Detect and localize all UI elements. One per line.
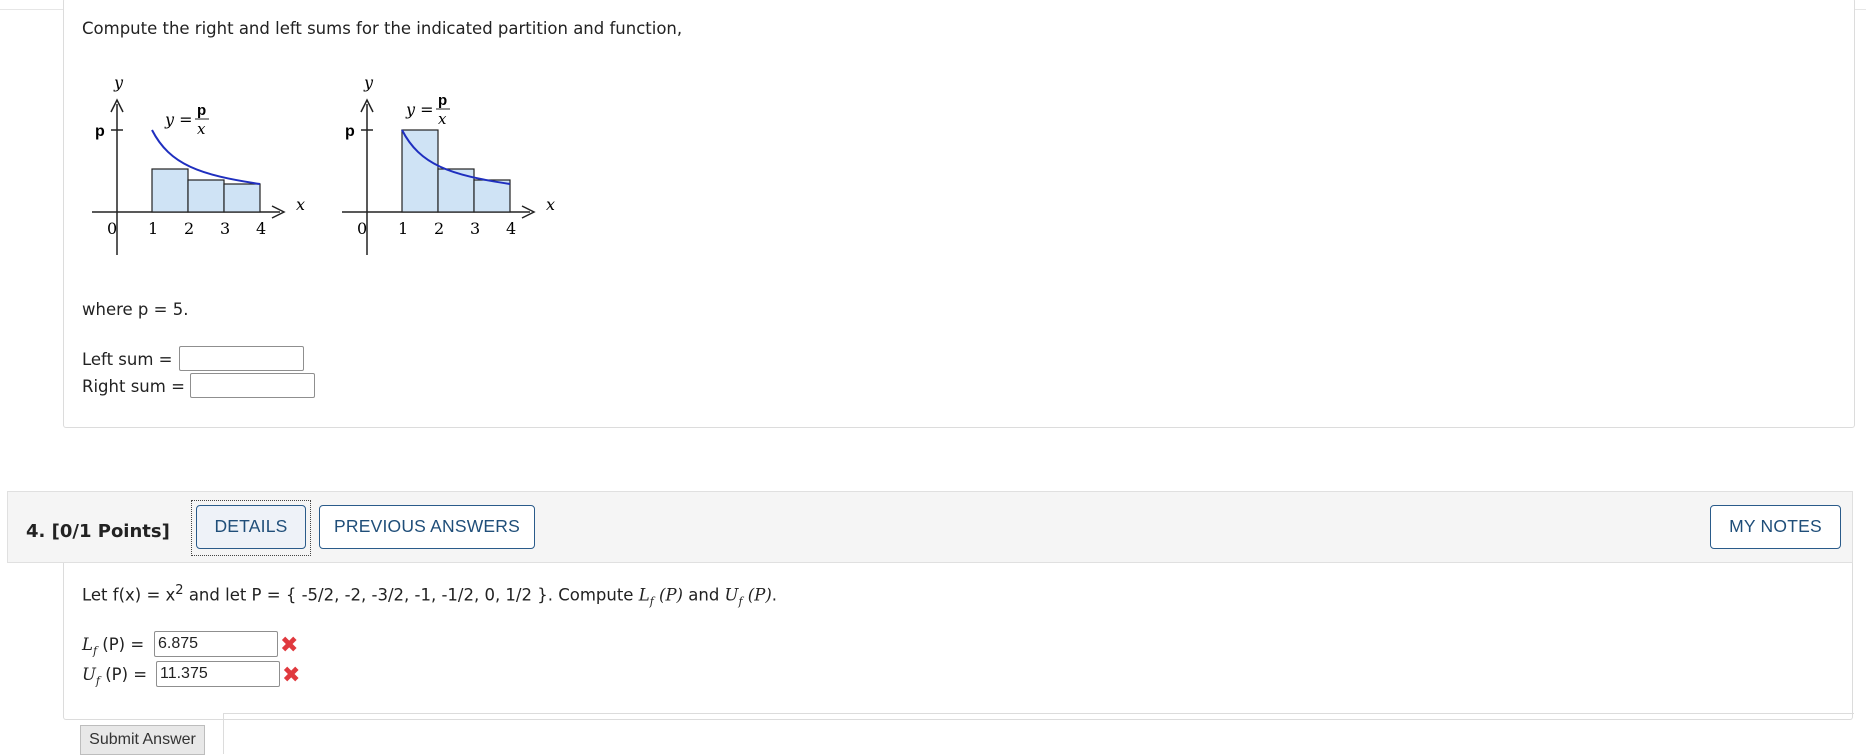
- prompt-part: (P): [653, 585, 683, 605]
- prompt-part: (P): [742, 585, 772, 605]
- previous-answers-button[interactable]: PREVIOUS ANSWERS: [319, 505, 535, 549]
- prompt-part: Let f(x) = x: [82, 585, 176, 605]
- curve-label: y =: [164, 110, 193, 129]
- lower-label-eq: (P) =: [97, 635, 145, 654]
- tick-1: 1: [148, 219, 158, 238]
- upper-symbol: U: [82, 665, 96, 684]
- curve-label-numerator: p: [438, 92, 447, 109]
- right-sum-input[interactable]: [190, 373, 315, 398]
- curve-label-denominator: x: [438, 110, 447, 128]
- question-3-prompt: Compute the right and left sums for the …: [82, 19, 683, 38]
- my-notes-button[interactable]: MY NOTES: [1710, 505, 1841, 549]
- incorrect-icon: ✖: [282, 663, 301, 688]
- tick-4: 4: [256, 219, 266, 238]
- curve-label: y =: [405, 100, 434, 119]
- prompt-upper-symbol: U: [724, 585, 739, 605]
- prompt-part: and: [683, 585, 725, 605]
- tick-3: 3: [470, 219, 480, 238]
- incorrect-icon: ✖: [280, 633, 299, 658]
- prompt-part: .: [771, 585, 778, 605]
- question-4-title: 4. [0/1 Points]: [26, 521, 170, 542]
- tick-4: 4: [506, 219, 516, 238]
- prompt-lower-symbol: L: [638, 585, 650, 605]
- tick-2: 2: [434, 219, 444, 238]
- left-sum-label: Left sum =: [82, 350, 173, 369]
- lower-symbol: L: [82, 635, 93, 654]
- right-sum-label: Right sum =: [82, 377, 185, 396]
- lower-sum-label: Lf (P) =: [82, 635, 144, 661]
- p-tick-label: p: [345, 123, 355, 140]
- left-sum-input[interactable]: [179, 346, 304, 371]
- prompt-part: and let P = { -5/2, -2, -3/2, -1, -1/2, …: [183, 585, 639, 605]
- lower-sum-input[interactable]: 6.875: [154, 631, 278, 657]
- answer-area-border: [223, 713, 1854, 754]
- upper-sum-label: Uf (P) =: [82, 665, 147, 691]
- tick-2: 2: [184, 219, 194, 238]
- prompt-exponent: 2: [175, 583, 184, 598]
- y-axis-label: y: [113, 73, 124, 92]
- curve-label-numerator: p: [197, 102, 206, 119]
- submit-answer-button[interactable]: Submit Answer: [80, 725, 205, 755]
- tick-3: 3: [220, 219, 230, 238]
- question-4-prompt: Let f(x) = x2 and let P = { -5/2, -2, -3…: [82, 581, 777, 612]
- left-sum-graph: y x p 0 1 2 3 4 y = p x: [80, 70, 320, 260]
- details-button[interactable]: DETAILS: [196, 505, 306, 549]
- x-axis-label: x: [296, 195, 305, 214]
- y-axis-label: y: [363, 73, 374, 92]
- origin-label: 0: [107, 219, 117, 238]
- where-text: where p = 5.: [82, 300, 189, 319]
- upper-label-eq: (P) =: [99, 665, 148, 684]
- p-tick-label: p: [95, 123, 105, 140]
- origin-label: 0: [357, 219, 367, 238]
- upper-sum-input[interactable]: 11.375: [156, 661, 280, 687]
- x-axis-label: x: [546, 195, 555, 214]
- right-sum-graph: y x p 0 1 2 3 4 y = p x: [330, 70, 570, 260]
- curve-label-denominator: x: [197, 120, 206, 138]
- tick-1: 1: [398, 219, 408, 238]
